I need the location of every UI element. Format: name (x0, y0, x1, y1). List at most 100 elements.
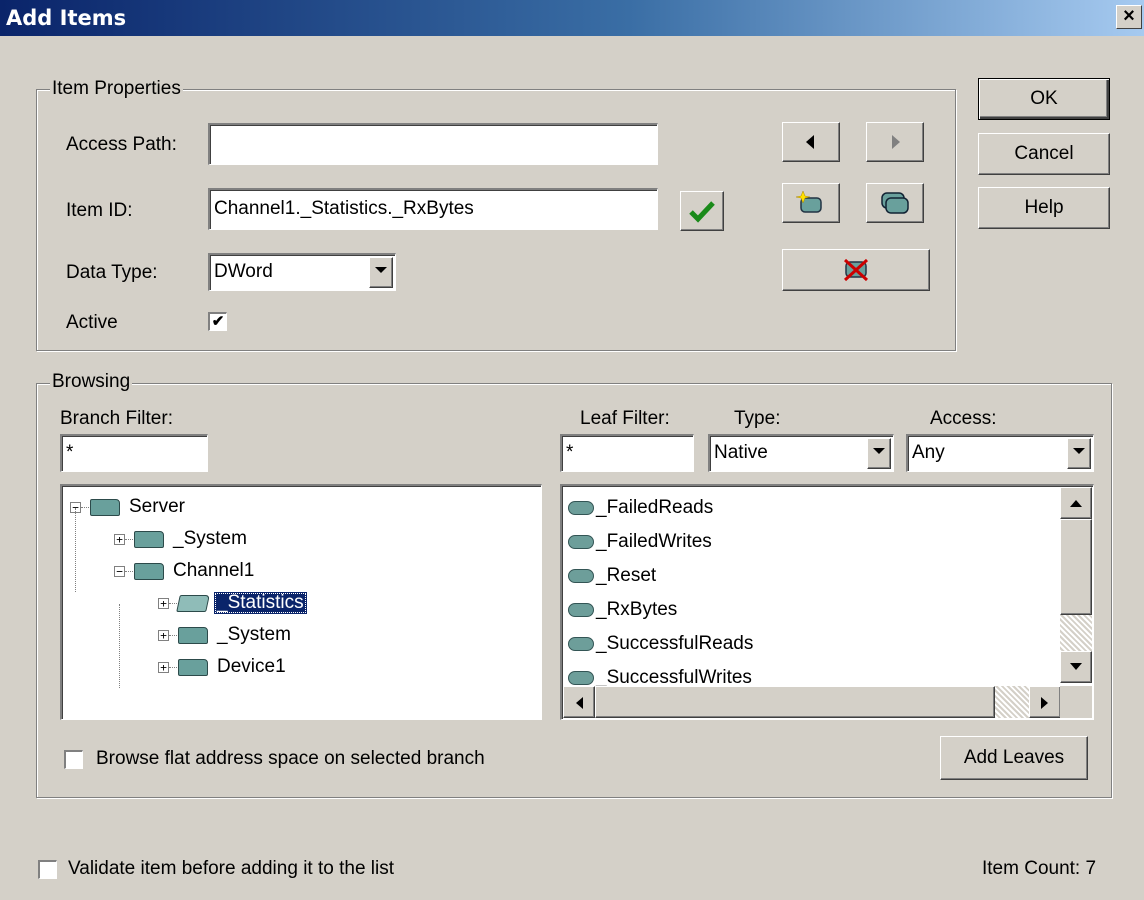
branch-filter-input[interactable]: * (60, 434, 208, 472)
expand-icon[interactable]: + (114, 534, 125, 545)
tag-icon (568, 671, 594, 685)
scroll-up-icon (1070, 500, 1082, 507)
leaf-item[interactable]: _FailedReads (566, 492, 1021, 526)
leaf-item-label: _FailedWrites (596, 531, 712, 552)
expand-icon[interactable]: + (158, 662, 169, 673)
browse-flat-label: Browse flat address space on selected br… (96, 748, 485, 769)
chevron-down-icon (873, 448, 885, 454)
tree-guide (119, 604, 120, 688)
new-item-button[interactable] (782, 183, 840, 223)
tree-node[interactable]: − Server (62, 492, 532, 524)
tree-node[interactable]: + Device1 (62, 652, 532, 684)
duplicate-item-icon (881, 192, 909, 214)
tree-connector (81, 507, 89, 508)
leaf-list-vertical-scrollbar[interactable] (1060, 487, 1092, 683)
ok-button[interactable]: OK (978, 78, 1110, 120)
tree-node-label: Server (129, 496, 185, 517)
chevron-down-icon (1073, 448, 1085, 454)
cancel-button[interactable]: Cancel (978, 133, 1110, 175)
next-item-button[interactable] (866, 122, 924, 162)
scroll-corner (1060, 686, 1092, 718)
item-count: Item Count: 7 (982, 858, 1097, 879)
tag-icon (568, 603, 594, 617)
checkmark-icon (689, 201, 715, 223)
scroll-right-button[interactable] (1029, 686, 1061, 718)
delete-item-button[interactable] (782, 249, 930, 291)
help-button[interactable]: Help (978, 187, 1110, 229)
tree-connector (125, 571, 133, 572)
leaf-item[interactable]: _Reset (566, 560, 1021, 594)
data-type-label: Data Type: (66, 262, 158, 283)
leaf-item[interactable]: _FailedWrites (566, 526, 1021, 560)
tree-node-label: _Statistics (214, 592, 307, 614)
folder-icon (134, 563, 164, 580)
collapse-icon[interactable]: − (114, 566, 125, 577)
tree-node-label: _System (217, 624, 291, 645)
validate-item-checkbox[interactable] (38, 860, 57, 879)
expand-icon[interactable]: + (158, 630, 169, 641)
tree-node[interactable]: − Channel1 (62, 556, 532, 588)
data-type-dropdown-button[interactable] (369, 257, 393, 288)
branch-tree[interactable]: − Server + _System − Channel1 + _Statistics + _Sy… (60, 484, 542, 720)
active-checkbox[interactable]: ✔ (208, 312, 227, 331)
access-label: Access: (930, 408, 997, 429)
folder-icon (178, 659, 208, 676)
tag-icon (568, 501, 594, 515)
leaf-filter-value: * (566, 442, 574, 463)
data-type-select[interactable]: DWord (208, 253, 396, 291)
item-id-input[interactable]: Channel1._Statistics._RxBytes (208, 188, 658, 230)
folder-icon (134, 531, 164, 548)
previous-item-button[interactable] (782, 122, 840, 162)
arrow-left-icon (806, 135, 814, 149)
arrow-right-icon (892, 135, 900, 149)
tree-node[interactable]: + _System (62, 620, 532, 652)
folder-icon (178, 627, 208, 644)
leaf-list[interactable]: _FailedReads _FailedWrites _Reset _RxBytes _… (560, 484, 1094, 720)
title-bar[interactable]: Add Items × (0, 0, 1144, 36)
item-id-value: Channel1._Statistics._RxBytes (214, 198, 474, 219)
horizontal-scroll-thumb[interactable] (595, 686, 995, 718)
type-value: Native (714, 442, 768, 463)
tree-node-label: Device1 (217, 656, 286, 677)
leaf-list-horizontal-scrollbar[interactable] (563, 686, 1061, 718)
scroll-thumb[interactable] (1060, 519, 1092, 615)
item-id-label: Item ID: (66, 200, 133, 221)
scroll-left-button[interactable] (563, 686, 595, 718)
branch-filter-label: Branch Filter: (60, 408, 173, 429)
leaf-item[interactable]: _RxBytes (566, 594, 1021, 628)
access-path-input[interactable] (208, 123, 658, 165)
data-type-value: DWord (214, 261, 273, 282)
validate-item-button[interactable] (680, 191, 724, 231)
tree-node[interactable]: + _System (62, 524, 532, 556)
tag-icon (568, 637, 594, 651)
type-label: Type: (734, 408, 781, 429)
type-select[interactable]: Native (708, 434, 894, 472)
scroll-down-button[interactable] (1060, 651, 1092, 683)
close-button[interactable]: × (1116, 5, 1142, 29)
access-select[interactable]: Any (906, 434, 1094, 472)
tag-icon (568, 535, 594, 549)
add-leaves-button[interactable]: Add Leaves (940, 736, 1088, 780)
leaf-item-label: _RxBytes (596, 599, 678, 620)
tree-node[interactable]: + _Statistics (62, 588, 532, 620)
leaf-item[interactable]: _SuccessfulReads (566, 628, 1021, 662)
tree-connector (169, 603, 177, 604)
access-value: Any (912, 442, 945, 463)
leaf-item-label: _SuccessfulReads (596, 633, 754, 654)
scroll-down-icon (1070, 663, 1082, 670)
type-dropdown-button[interactable] (867, 438, 891, 469)
access-dropdown-button[interactable] (1067, 438, 1091, 469)
active-label: Active (66, 312, 118, 333)
scroll-up-button[interactable] (1060, 487, 1092, 519)
browse-flat-checkbox[interactable] (64, 750, 83, 769)
access-path-label: Access Path: (66, 134, 177, 155)
leaf-filter-input[interactable]: * (560, 434, 694, 472)
leaf-item-label: _Reset (596, 565, 657, 586)
delete-item-icon (843, 258, 869, 282)
duplicate-item-button[interactable] (866, 183, 924, 223)
folder-open-icon (176, 595, 210, 612)
expand-icon[interactable]: + (158, 598, 169, 609)
leaf-item-label: _FailedReads (596, 497, 714, 518)
leaf-filter-label: Leaf Filter: (580, 408, 670, 429)
item-properties-legend: Item Properties (50, 78, 183, 99)
